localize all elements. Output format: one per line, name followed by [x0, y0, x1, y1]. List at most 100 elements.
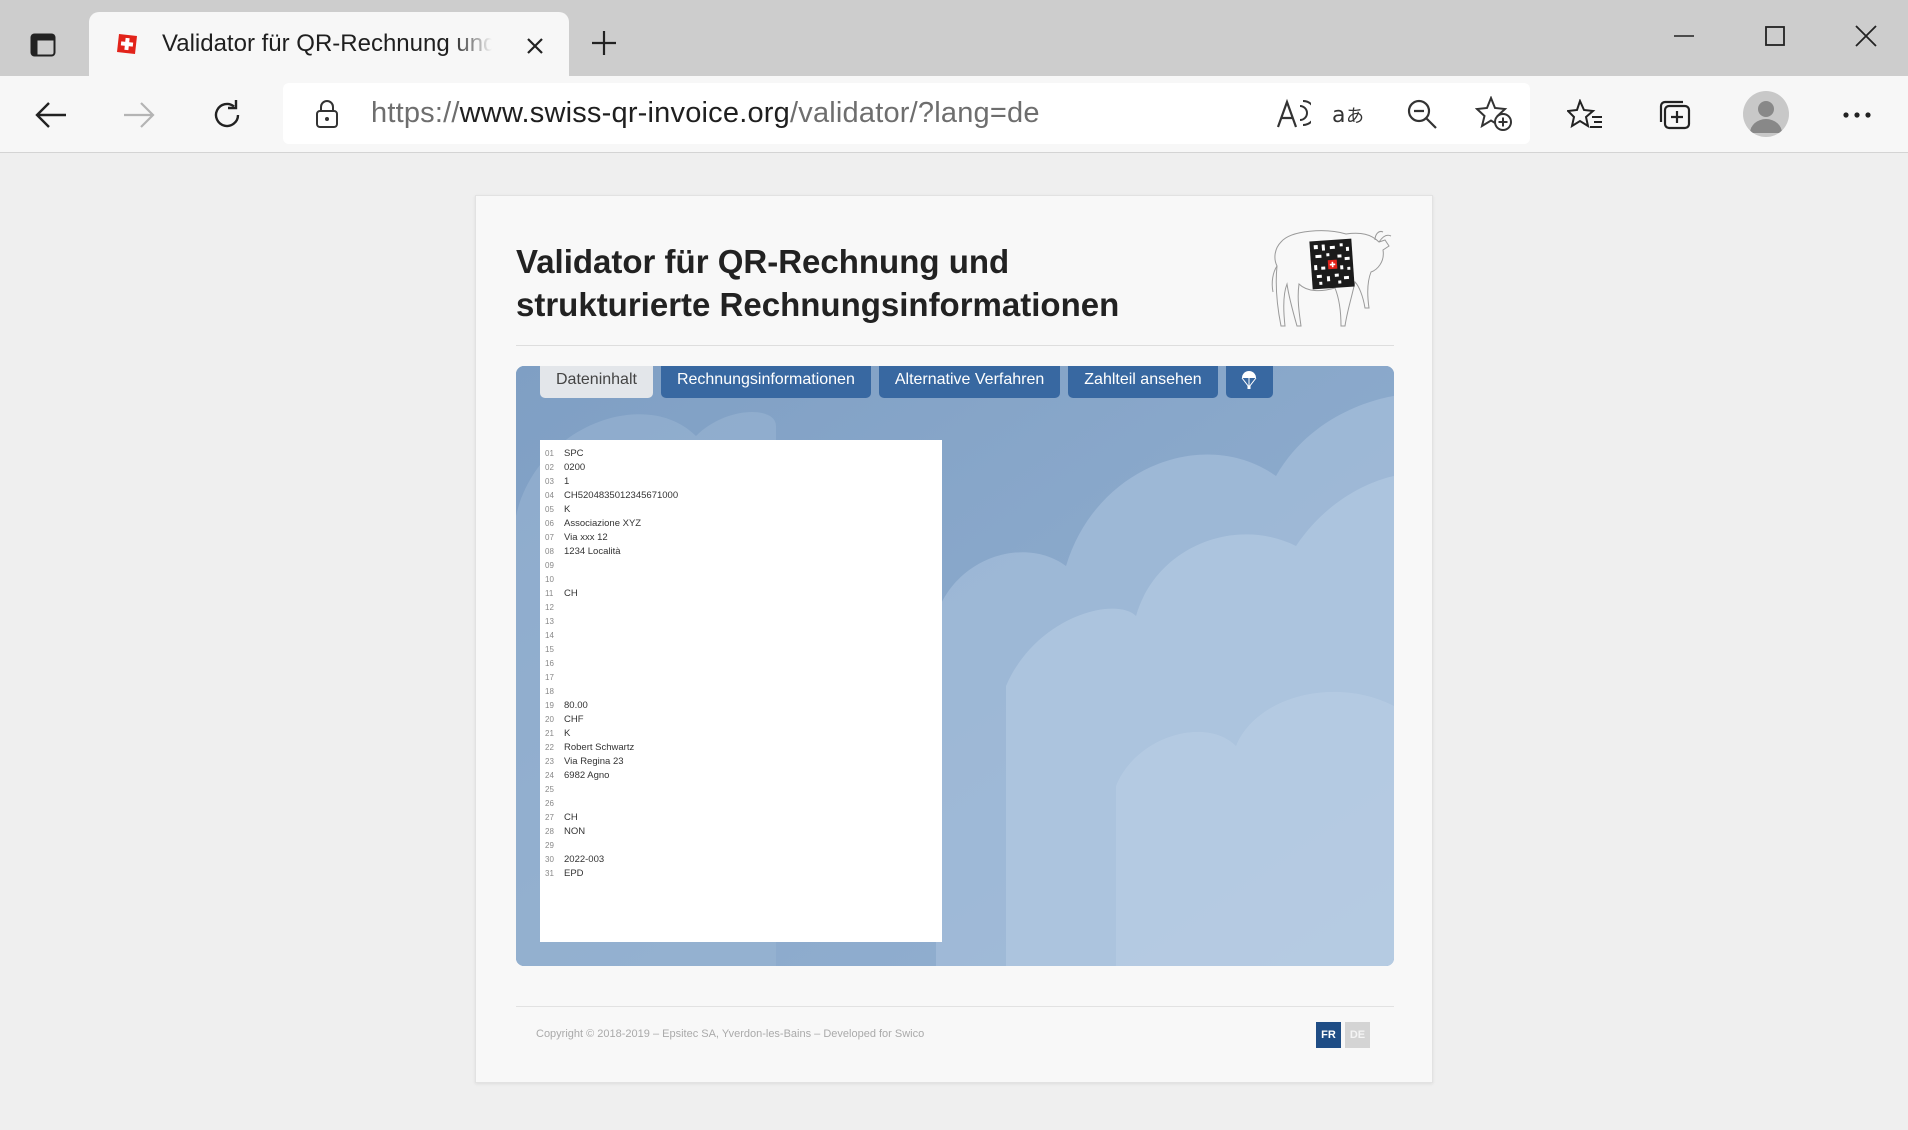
- validator-panel: Dateninhalt Rechnungsinformationen Alter…: [516, 366, 1394, 966]
- line-number: 01: [545, 449, 554, 458]
- maximize-button[interactable]: [1745, 14, 1805, 58]
- browser-toolbar: https://www.swiss-qr-invoice.org/validat…: [0, 76, 1908, 153]
- data-line: 02 0200: [540, 461, 942, 475]
- data-line: 03 1: [540, 475, 942, 489]
- data-line: 13: [540, 615, 942, 629]
- tab-actions-button[interactable]: [22, 24, 64, 66]
- profile-button[interactable]: [1743, 91, 1789, 137]
- validator-tabs: Dateninhalt Rechnungsinformationen Alter…: [540, 366, 1273, 401]
- url-host: www.swiss-qr-invoice.org: [459, 97, 790, 129]
- window-close-icon: [1855, 25, 1877, 47]
- line-value: 0200: [564, 462, 586, 473]
- tab-rechnungsinformationen[interactable]: Rechnungsinformationen: [660, 366, 871, 398]
- maximize-icon: [1765, 26, 1785, 46]
- line-value: EPD: [564, 868, 584, 879]
- tab-actions-icon: [30, 33, 56, 57]
- close-icon[interactable]: [521, 32, 549, 60]
- line-number: 25: [545, 785, 554, 794]
- tab-zahlteil-ansehen[interactable]: Zahlteil ansehen: [1068, 366, 1218, 398]
- svg-text:あ: あ: [1346, 106, 1364, 127]
- line-number: 17: [545, 673, 554, 682]
- line-number: 13: [545, 617, 554, 626]
- data-line: 23 Via Regina 23: [540, 755, 942, 769]
- read-aloud-button[interactable]: [1272, 93, 1314, 135]
- line-number: 30: [545, 855, 554, 864]
- forward-icon: [124, 102, 155, 128]
- lang-de-button[interactable]: DE: [1345, 1022, 1370, 1048]
- data-line: 21 K: [540, 727, 942, 741]
- line-value: K: [564, 504, 571, 515]
- data-line: 07 Via xxx 12: [540, 531, 942, 545]
- data-line: 26: [540, 797, 942, 811]
- footer-divider: [516, 1006, 1394, 1007]
- data-line: 17: [540, 671, 942, 685]
- line-number: 12: [545, 603, 554, 612]
- back-icon: [35, 102, 66, 128]
- data-line: 10: [540, 573, 942, 587]
- favorites-button[interactable]: [1560, 90, 1610, 140]
- plus-icon: [592, 31, 616, 55]
- data-line: 04 CH5204835012345671000: [540, 489, 942, 503]
- data-line: 30 2022-003: [540, 853, 942, 867]
- line-number: 23: [545, 757, 554, 766]
- page-title-line2: strukturierte Rechnungsinformationen: [516, 286, 1120, 323]
- zoom-out-button[interactable]: [1401, 93, 1443, 135]
- data-line: 15: [540, 643, 942, 657]
- collections-button[interactable]: [1650, 90, 1700, 140]
- line-value: 6982 Agno: [564, 770, 610, 781]
- data-line: 27 CH: [540, 811, 942, 825]
- line-number: 14: [545, 631, 554, 640]
- zoom-out-icon: [1407, 99, 1437, 129]
- line-number: 21: [545, 729, 554, 738]
- line-value: 80.00: [564, 700, 588, 711]
- favorites-icon: [1567, 99, 1602, 129]
- refresh-button[interactable]: [202, 90, 252, 140]
- tab-help[interactable]: [1225, 366, 1273, 398]
- more-button[interactable]: [1832, 90, 1882, 140]
- window-close-button[interactable]: [1836, 14, 1896, 58]
- address-bar[interactable]: https://www.swiss-qr-invoice.org/validat…: [283, 83, 1530, 144]
- url-text[interactable]: https://www.swiss-qr-invoice.org/validat…: [371, 97, 1040, 130]
- forward-button[interactable]: [114, 90, 164, 140]
- data-line: 06 Associazione XYZ: [540, 517, 942, 531]
- validator-card: Validator für QR-Rechnung und strukturie…: [475, 195, 1433, 1083]
- data-line: 25: [540, 783, 942, 797]
- cow-logo: [1271, 230, 1392, 327]
- add-favorite-button[interactable]: [1473, 93, 1515, 135]
- minimize-icon: [1674, 35, 1694, 37]
- line-value: CH: [564, 588, 578, 599]
- tab-dateninhalt[interactable]: Dateninhalt: [540, 366, 653, 398]
- line-value: CH: [564, 812, 578, 823]
- data-line: 16: [540, 657, 942, 671]
- minimize-button[interactable]: [1654, 14, 1714, 58]
- page-title: Validator für QR-Rechnung und strukturie…: [516, 240, 1216, 326]
- data-line: 19 80.00: [540, 699, 942, 713]
- line-number: 18: [545, 687, 554, 696]
- data-line: 22 Robert Schwartz: [540, 741, 942, 755]
- data-line: 31 EPD: [540, 867, 942, 881]
- tab-alternative-verfahren[interactable]: Alternative Verfahren: [878, 366, 1061, 398]
- tab-title: Validator für QR-Rechnung und strukturie…: [162, 30, 492, 57]
- line-value: CH5204835012345671000: [564, 490, 679, 501]
- lock-icon[interactable]: [313, 99, 341, 129]
- back-button[interactable]: [26, 90, 76, 140]
- title-divider: [516, 345, 1394, 346]
- line-value: SPC: [564, 448, 584, 459]
- line-number: 11: [545, 589, 554, 598]
- new-tab-button[interactable]: [580, 22, 628, 64]
- data-line: 09: [540, 559, 942, 573]
- line-number: 15: [545, 645, 554, 654]
- line-value: 1234 Località: [564, 546, 621, 557]
- line-number: 22: [545, 743, 554, 752]
- line-number: 02: [545, 463, 554, 472]
- line-value: Via xxx 12: [564, 532, 608, 543]
- refresh-icon: [214, 100, 240, 128]
- lang-fr-button[interactable]: FR: [1316, 1022, 1341, 1048]
- translate-button[interactable]: a あ: [1330, 93, 1372, 135]
- line-number: 09: [545, 561, 554, 570]
- browser-tab-active[interactable]: Validator für QR-Rechnung und strukturie…: [89, 12, 569, 76]
- line-value: Associazione XYZ: [564, 518, 642, 529]
- line-value: 2022-003: [564, 854, 605, 865]
- browser-tabstrip: Validator für QR-Rechnung und strukturie…: [0, 0, 1908, 76]
- profile-icon: [1750, 101, 1782, 133]
